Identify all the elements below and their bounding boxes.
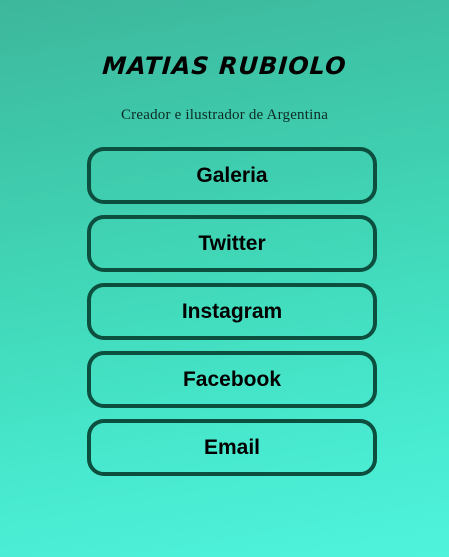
email-link-button[interactable]: Email: [87, 419, 377, 476]
profile-tagline: Creador e ilustrador de Argentina: [120, 107, 329, 123]
instagram-link-button[interactable]: Instagram: [87, 283, 377, 340]
profile-name: MATIAS RUBIOLO: [101, 52, 348, 80]
galeria-link-button[interactable]: Galeria: [87, 147, 377, 204]
link-list: Galeria Twitter Instagram Facebook Email: [87, 147, 377, 487]
twitter-link-button[interactable]: Twitter: [87, 215, 377, 272]
facebook-link-button[interactable]: Facebook: [87, 351, 377, 408]
link-page: MATIAS RUBIOLO Creador e ilustrador de A…: [0, 0, 449, 557]
